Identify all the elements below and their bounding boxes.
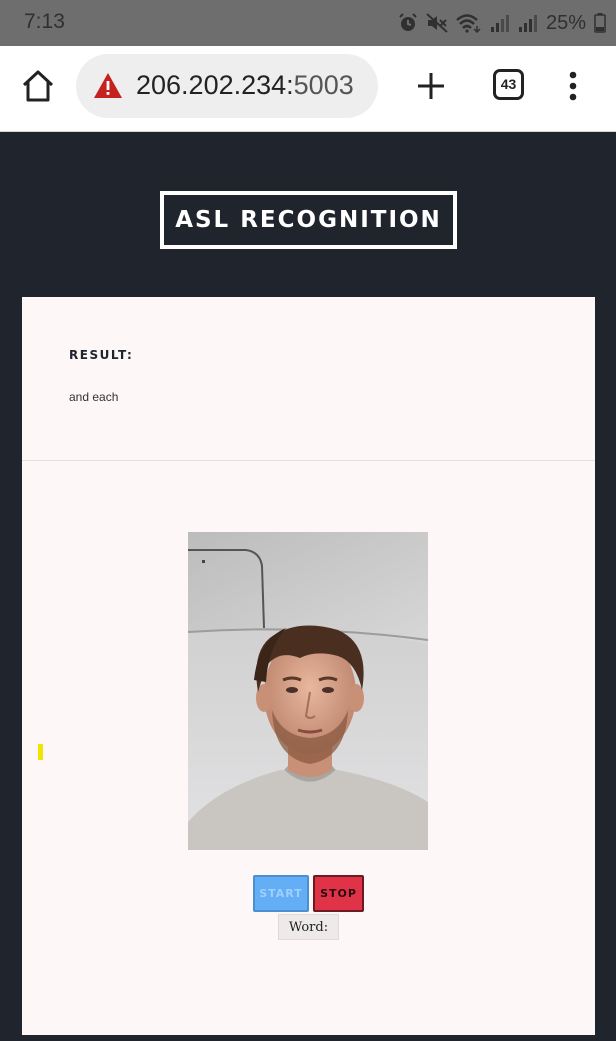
home-icon (22, 70, 54, 102)
url-text[interactable]: 206.202.234:5003 (136, 70, 354, 101)
wifi-icon (456, 14, 481, 33)
new-tab-button[interactable] (411, 66, 451, 106)
warning-icon[interactable] (93, 72, 123, 99)
signal-icon (490, 15, 509, 32)
start-button[interactable]: START (253, 875, 309, 912)
result-value: and each (69, 390, 119, 404)
status-bar: 7:13 25% (0, 0, 616, 46)
battery-percentage: 25% (545, 11, 586, 34)
status-time: 7:13 (24, 10, 65, 33)
yellow-marker (38, 744, 43, 760)
word-label: Word: (278, 914, 339, 940)
home-button[interactable] (18, 66, 58, 106)
result-label: RESULT: (69, 348, 134, 362)
webcam-image (188, 532, 428, 850)
menu-icon (569, 71, 577, 101)
tab-count: 43 (500, 76, 517, 92)
main-card: RESULT: and each START STOP Word: (22, 297, 595, 1035)
url-host: 206.202.234: (136, 70, 294, 100)
url-port: 5003 (293, 70, 354, 100)
page-title-box: ASL RECOGNITION (160, 191, 457, 249)
battery-icon (594, 13, 606, 33)
status-icons: 25% (398, 9, 606, 37)
address-bar[interactable]: 206.202.234:5003 (76, 54, 378, 118)
page-title: ASL RECOGNITION (175, 207, 442, 233)
plus-icon (418, 73, 444, 99)
menu-button[interactable] (563, 66, 583, 106)
alarm-icon (399, 13, 417, 31)
stop-button[interactable]: STOP (313, 875, 364, 912)
tab-switcher-button[interactable]: 43 (493, 69, 524, 100)
signal-icon (518, 15, 537, 32)
webcam-feed (188, 532, 428, 850)
browser-toolbar: 206.202.234:5003 43 (0, 46, 616, 132)
divider (22, 460, 595, 461)
mute-icon (426, 13, 448, 33)
